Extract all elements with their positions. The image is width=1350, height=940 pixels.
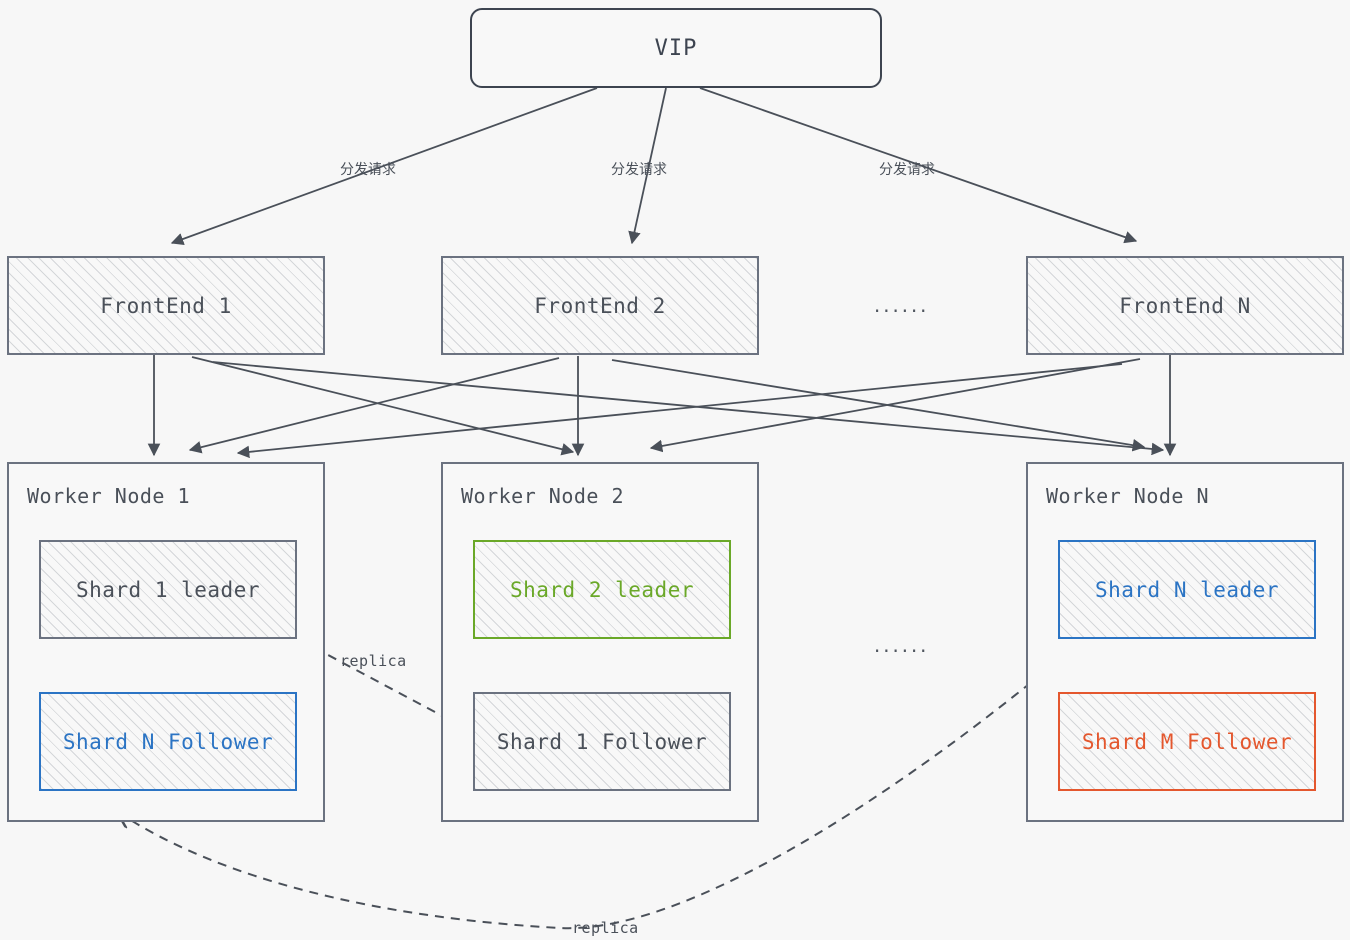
shard-label-2-2: Shard 1 Follower [496,729,708,754]
worker-node-title-1: Worker Node 1 [27,484,191,508]
shard-box-2-2[interactable]: Shard 1 Follower [473,692,731,791]
frontend-label-n: FrontEnd N [1119,293,1251,318]
edge-fen-worker2 [649,358,1141,453]
shard-label-1-1: Shard 1 leader [75,577,260,602]
replica-label-1: replica [340,652,407,670]
dispatch-label-1: 分发请求 [340,162,396,178]
frontend-to-worker-edges [147,355,1177,459]
dispatch-label-2: 分发请求 [611,162,667,178]
edge-fen-worker1 [236,363,1123,459]
worker-node-title-n: Worker Node N [1046,484,1210,508]
worker-node-title-2: Worker Node 2 [461,484,625,508]
shard-box-1-1[interactable]: Shard 1 leader [39,540,297,639]
frontend-box-2[interactable]: FrontEnd 2 [441,256,759,355]
shard-box-2-1[interactable]: Shard 2 leader [473,540,731,639]
worker-node-box-2[interactable]: Worker Node 2 Shard 2 leader Shard 1 Fol… [441,462,759,822]
shard-box-1-2[interactable]: Shard N Follower [39,692,297,791]
dispatch-label-3: 分发请求 [879,162,935,178]
vip-label: VIP [654,35,698,61]
frontend-label-2: FrontEnd 2 [534,293,666,318]
frontend-box-1[interactable]: FrontEnd 1 [7,256,325,355]
worker-node-box-1[interactable]: Worker Node 1 Shard 1 leader Shard N Fol… [7,462,325,822]
frontend-label-1: FrontEnd 1 [100,293,232,318]
shard-label-n-1: Shard N leader [1094,577,1279,602]
shard-label-2-1: Shard 2 leader [509,577,694,602]
replica-label-2: replica [572,919,639,937]
worker-node-box-n[interactable]: Worker Node N Shard N leader Shard M Fol… [1026,462,1344,822]
vip-box[interactable]: VIP [470,8,882,88]
architecture-diagram: VIP 分发请求 分发请求 分发请求 FrontEnd 1 FrontEnd 2… [0,0,1350,940]
edge-fe1-worker2 [191,356,575,456]
shard-box-n-1[interactable]: Shard N leader [1058,540,1316,639]
edge-fe1-workern [212,361,1165,456]
edge-fe2-workern [611,359,1146,452]
frontend-box-n[interactable]: FrontEnd N [1026,256,1344,355]
shard-label-n-2: Shard M Follower [1081,729,1293,754]
worker-ellipsis: ...... [872,637,928,657]
edge-fe2-worker2 [188,357,560,454]
frontend-ellipsis: ...... [872,297,928,317]
shard-box-n-2[interactable]: Shard M Follower [1058,692,1316,791]
shard-label-1-2: Shard N Follower [62,729,274,754]
